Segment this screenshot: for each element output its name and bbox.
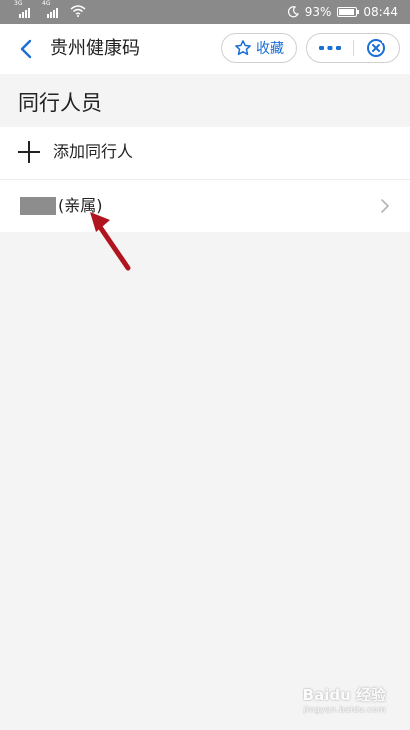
status-bar-right: 93% 08:44: [287, 4, 398, 20]
nav-bar: 贵州健康码 收藏: [0, 24, 410, 74]
close-icon: [367, 39, 387, 57]
battery-icon: [337, 7, 360, 17]
mobile-signal-icon-2: 4G: [42, 0, 62, 18]
more-icon: [318, 46, 341, 50]
watermark: Baidu 经验 jingyan.baidu.com: [303, 684, 386, 714]
network-type-label: 3G: [14, 0, 23, 7]
more-button[interactable]: [307, 34, 353, 62]
add-companion-label: 添加同行人: [53, 142, 134, 161]
status-bar-left: 3G 4G: [14, 0, 86, 18]
favorite-button[interactable]: 收藏: [221, 33, 297, 63]
star-icon: [235, 40, 251, 56]
clock: 08:44: [363, 5, 398, 19]
chevron-right-icon: [381, 199, 389, 213]
wifi-icon: [70, 5, 86, 17]
status-bar: 3G 4G 93% 08:44: [0, 0, 410, 24]
companion-list: 添加同行人 (亲属): [0, 127, 410, 232]
mini-program-capsule: [306, 33, 400, 63]
redacted-name: [20, 197, 56, 215]
section-title: 同行人员: [18, 91, 102, 115]
watermark-brand: Baidu 经验: [302, 686, 386, 704]
plus-icon: [18, 141, 40, 163]
network-type-label-2: 4G: [42, 0, 51, 7]
add-companion-row[interactable]: 添加同行人: [0, 127, 410, 179]
back-icon[interactable]: [14, 36, 40, 62]
close-button[interactable]: [354, 34, 400, 62]
companion-row[interactable]: (亲属): [0, 179, 410, 232]
battery-percent: 93%: [304, 5, 332, 19]
annotation-arrow-icon: [90, 212, 131, 271]
favorite-label: 收藏: [256, 41, 284, 57]
moon-icon: [287, 6, 299, 18]
watermark-url: jingyan.baidu.com: [303, 705, 386, 714]
page-title: 贵州健康码: [50, 38, 140, 59]
mobile-signal-icon: 3G: [14, 0, 34, 18]
